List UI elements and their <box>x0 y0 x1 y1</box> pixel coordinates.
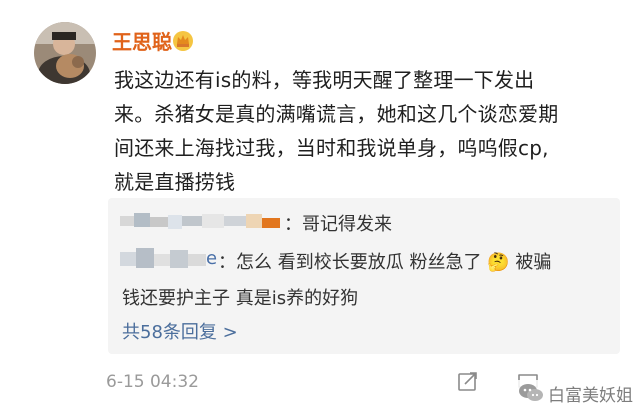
avatar-photo <box>34 22 96 84</box>
post-text: 我这边还有is的料，等我明天醒了整理一下发出 来。杀猪女是真的满嘴谎言，她和这几… <box>114 63 619 199</box>
post-line: 间还来上海找过我，当时和我说单身，呜呜假cp, <box>114 136 549 160</box>
post-line: 来。杀猪女是真的满嘴谎言，她和这几个谈恋爱期 <box>114 102 559 126</box>
comment-text: 钱还要护主子 真是is养的好狗 <box>122 288 359 309</box>
blurred-author <box>120 210 280 232</box>
blurred-author <box>120 246 206 272</box>
comment-text-part: 被骗 <box>515 252 552 273</box>
post-line: 我这边还有is的料，等我明天醒了整理一下发出 <box>114 68 535 92</box>
more-replies-link[interactable]: 共58条回复 > <box>122 318 238 344</box>
timestamp: 6-15 04:32 <box>106 372 199 392</box>
thinking-emoji-icon: 🤔 <box>487 252 510 273</box>
avatar[interactable] <box>34 22 96 84</box>
comment-text: ：怎么 看到校长要放瓜 粉丝急了 🤔 被骗 <box>218 248 551 274</box>
comment-author-tail[interactable]: e <box>206 248 217 269</box>
comment-text: ：哥记得发来 <box>284 214 392 235</box>
comment-text-part: ：怎么 看到校长要放瓜 粉丝急了 <box>218 252 482 273</box>
watermark-text: 白富美妖姐 <box>548 385 633 406</box>
wechat-logo-icon <box>519 384 543 401</box>
username[interactable]: 王思聪 <box>112 26 172 55</box>
post-line: 就是直播捞钱 <box>114 170 236 194</box>
vip-crown-icon <box>173 31 193 51</box>
watermark: 白富美妖姐 <box>512 380 639 406</box>
share-icon[interactable] <box>456 370 480 394</box>
